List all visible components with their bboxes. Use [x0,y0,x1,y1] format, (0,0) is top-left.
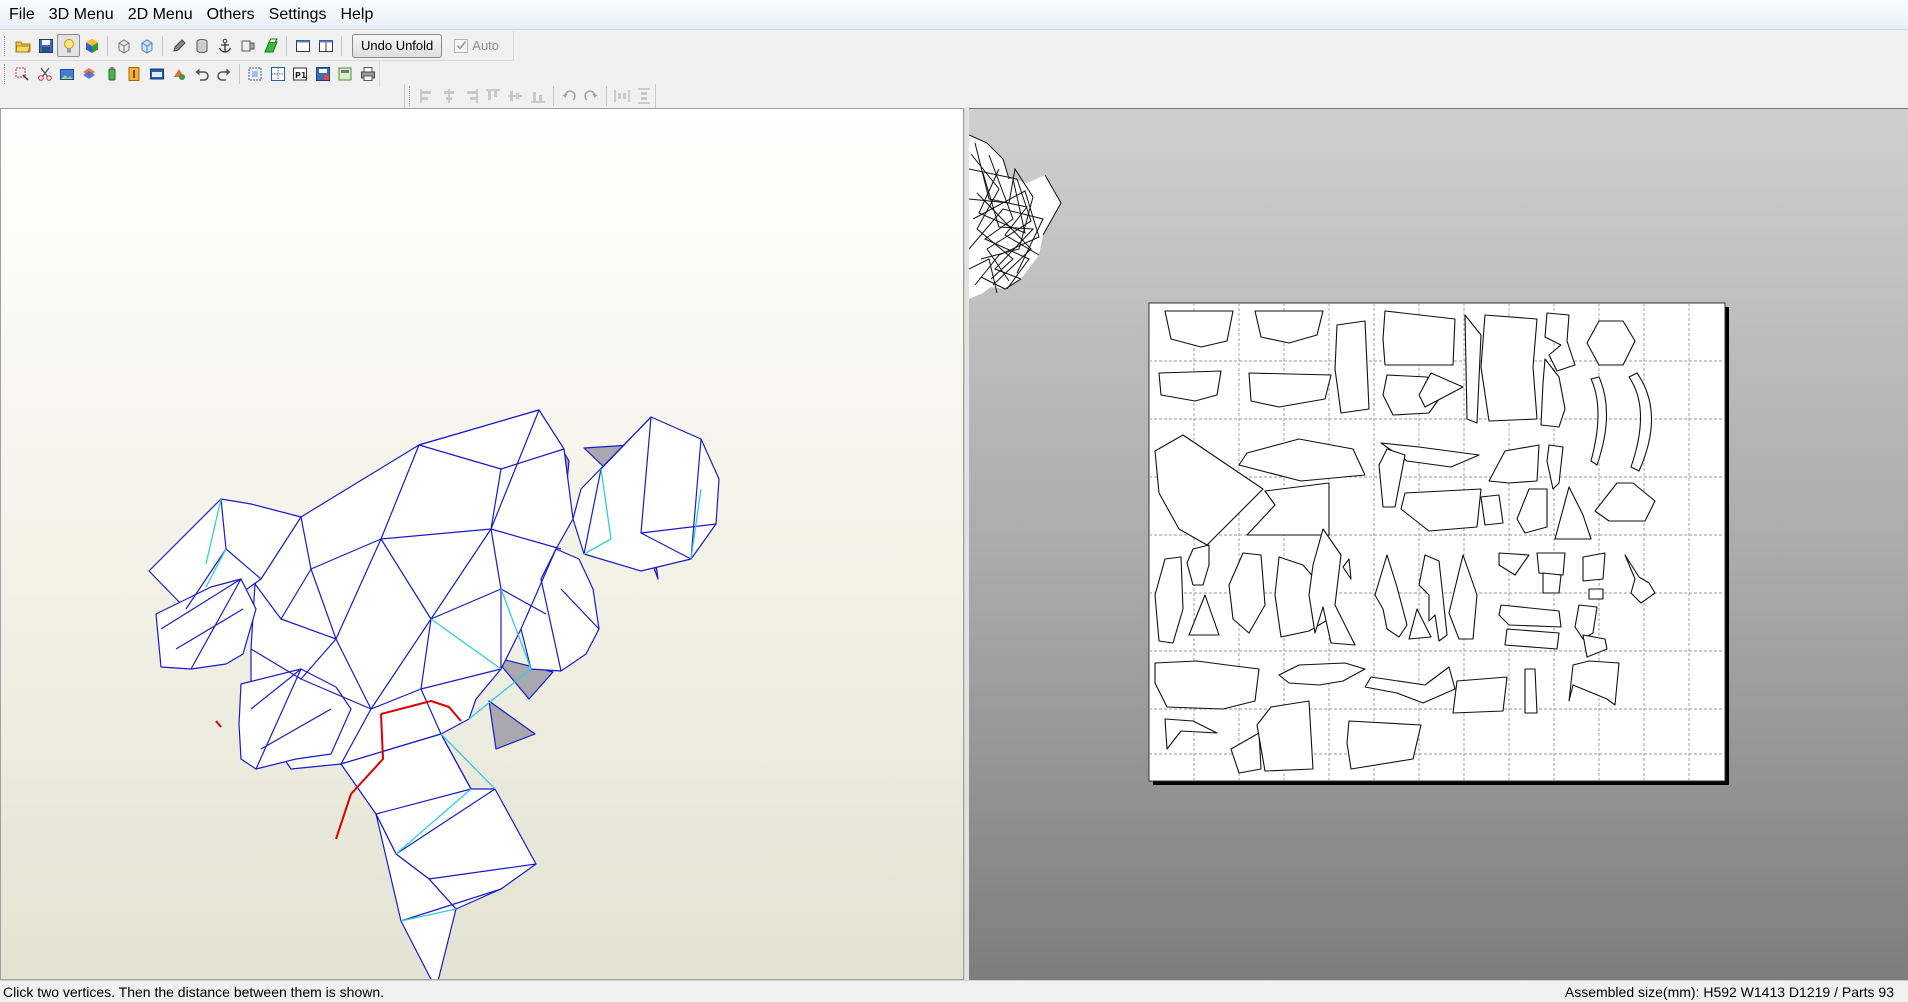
light-bulb-icon[interactable] [57,34,80,57]
orange-i-icon[interactable] [123,63,145,86]
align-top-icon[interactable] [482,85,504,108]
single-view-icon[interactable] [291,34,314,57]
menu-3d[interactable]: 3D Menu [42,2,121,28]
align-center-icon[interactable] [438,85,460,108]
2d-pattern-canvas[interactable] [969,109,1908,980]
redo-icon[interactable] [213,63,235,86]
page-grid-icon[interactable] [267,63,289,86]
align-left-icon[interactable] [416,85,438,108]
rotate-cw-icon[interactable] [580,85,602,108]
distribute-h-icon[interactable] [611,85,633,108]
open-folder-icon[interactable] [11,34,34,57]
status-assembled-size: Assembled size(mm): H592 W1413 D1219 / P… [1564,984,1894,1000]
texture-icon[interactable] [334,63,356,86]
model-white-faces [148,409,720,979]
toolbar-grip[interactable] [4,35,8,56]
paper-cube-icon[interactable] [135,34,158,57]
main-toolbar: Undo Unfold Auto [0,31,514,61]
3d-view-pane[interactable] [0,108,964,980]
menu-2d[interactable]: 2D Menu [121,2,200,28]
align-middle-icon[interactable] [504,85,526,108]
auto-label: Auto [472,38,500,53]
3d-model-canvas[interactable] [1,109,963,979]
rotate-ccw-icon[interactable] [558,85,580,108]
auto-check-box[interactable] [454,38,469,53]
page-number-icon[interactable]: P1 [289,63,311,86]
stripes-icon[interactable] [78,63,100,86]
status-hint: Click two vertices. Then the distance be… [3,984,385,1000]
anchor-icon[interactable] [213,34,236,57]
checkmark-icon [456,41,466,50]
align-right-icon[interactable] [460,85,482,108]
rotate-part-icon[interactable] [168,63,190,86]
align-bottom-icon[interactable] [527,85,549,108]
pepakura-window: File 3D Menu 2D Menu Others Settings Hel… [0,0,1908,1002]
select-edge-icon[interactable] [11,63,33,86]
dual-view-icon[interactable] [314,34,337,57]
blue-window-icon[interactable] [146,63,168,86]
color-cube-icon[interactable] [80,34,103,57]
svg-text:P1: P1 [295,71,307,80]
print-icon[interactable] [356,63,378,86]
arrange-icon[interactable] [244,63,266,86]
undo-icon[interactable] [190,63,212,86]
align-toolbar [404,84,656,108]
menu-settings[interactable]: Settings [262,2,334,28]
2d-pattern-pane[interactable] [969,108,1908,980]
save-layout-icon[interactable] [312,63,334,86]
green-flap-icon[interactable] [259,34,282,57]
toolbar-grip[interactable] [4,64,8,84]
menu-file[interactable]: File [2,2,42,28]
wire-cube-icon[interactable] [112,34,135,57]
save-disk-icon[interactable] [34,34,57,57]
toolbar-grip[interactable] [409,86,413,106]
distribute-v-icon[interactable] [633,85,655,108]
green-bottle-icon[interactable] [101,63,123,86]
edit-toolbar: P1 [0,61,380,87]
box-join-icon[interactable] [236,34,259,57]
status-bar: Click two vertices. Then the distance be… [0,980,1908,1002]
menu-bar: File 3D Menu 2D Menu Others Settings Hel… [0,0,1908,30]
auto-checkbox[interactable]: Auto [454,38,499,53]
image-icon[interactable] [56,63,78,86]
menu-others[interactable]: Others [200,2,262,28]
pencil-icon[interactable] [167,34,190,57]
scissor-icon[interactable] [33,63,55,86]
menu-help[interactable]: Help [333,2,380,28]
unplaced-parts-cluster[interactable] [969,134,1062,299]
undo-unfold-button[interactable]: Undo Unfold [352,33,443,58]
cylinder-icon[interactable] [190,34,213,57]
